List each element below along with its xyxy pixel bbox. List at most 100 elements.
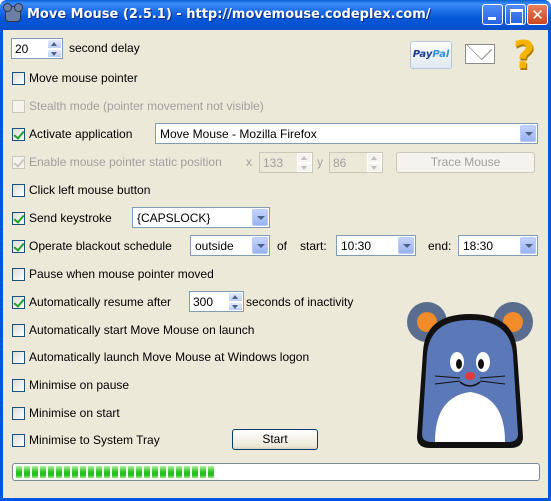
progress-segment bbox=[104, 466, 110, 478]
minimise-start-checkbox[interactable] bbox=[12, 407, 25, 420]
progress-segment bbox=[192, 466, 198, 478]
auto-launch-label: Automatically launch Move Mouse at Windo… bbox=[29, 350, 310, 364]
stealth-mode-checkbox[interactable] bbox=[12, 100, 25, 113]
x-label: x bbox=[246, 155, 252, 169]
x-position-value: 133 bbox=[263, 156, 284, 170]
y-position-spinner[interactable]: 86 bbox=[329, 152, 383, 173]
blackout-mode-select[interactable]: outside bbox=[190, 235, 270, 256]
auto-start-checkbox[interactable] bbox=[12, 324, 25, 337]
paypal-icon[interactable]: PayPal bbox=[410, 41, 452, 69]
x-position-spinner[interactable]: 133 bbox=[259, 152, 313, 173]
progress-segment bbox=[184, 466, 190, 478]
spin-down-icon[interactable] bbox=[47, 48, 62, 58]
progress-segment bbox=[136, 466, 142, 478]
move-mouse-pointer-label: Move mouse pointer bbox=[29, 71, 138, 85]
click-left-label: Click left mouse button bbox=[29, 183, 151, 197]
progress-segment bbox=[152, 466, 158, 478]
static-position-checkbox[interactable] bbox=[12, 156, 25, 169]
progress-segment bbox=[160, 466, 166, 478]
progress-segment bbox=[24, 466, 30, 478]
blackout-checkbox[interactable] bbox=[12, 240, 25, 253]
start-button[interactable]: Start bbox=[232, 429, 318, 450]
progress-segment bbox=[48, 466, 54, 478]
close-icon: ✕ bbox=[531, 6, 544, 24]
chevron-down-icon[interactable] bbox=[252, 209, 268, 226]
chevron-down-icon[interactable] bbox=[520, 237, 536, 254]
email-icon[interactable] bbox=[465, 44, 495, 64]
chevron-down-icon[interactable] bbox=[398, 237, 414, 254]
application-select-value: Move Mouse - Mozilla Firefox bbox=[160, 127, 317, 141]
progress-segment bbox=[32, 466, 38, 478]
progress-segment bbox=[200, 466, 206, 478]
auto-start-label: Automatically start Move Mouse on launch bbox=[29, 323, 255, 337]
spin-up-icon[interactable] bbox=[228, 292, 243, 302]
progress-segment bbox=[88, 466, 94, 478]
progress-segment bbox=[64, 466, 70, 478]
minimise-pause-label: Minimise on pause bbox=[29, 378, 130, 392]
auto-launch-checkbox[interactable] bbox=[12, 351, 25, 364]
pause-on-move-checkbox[interactable] bbox=[12, 268, 25, 281]
progress-bar bbox=[12, 463, 540, 481]
help-icon[interactable]: ? bbox=[508, 35, 540, 75]
mouse-mascot-icon bbox=[407, 302, 533, 448]
minimize-button[interactable] bbox=[482, 4, 503, 25]
y-position-value: 86 bbox=[333, 156, 347, 170]
mouse-app-icon bbox=[3, 3, 23, 22]
click-left-checkbox[interactable] bbox=[12, 184, 25, 197]
auto-resume-checkbox[interactable] bbox=[12, 296, 25, 309]
progress-segment bbox=[40, 466, 46, 478]
window-title: Move Mouse (2.5.1) - http://movemouse.co… bbox=[27, 7, 431, 22]
chevron-down-icon[interactable] bbox=[252, 237, 268, 254]
trace-mouse-button[interactable]: Trace Mouse bbox=[396, 152, 535, 173]
spin-down-icon[interactable] bbox=[228, 301, 243, 311]
end-time-value: 18:30 bbox=[463, 239, 494, 253]
activate-application-label: Activate application bbox=[29, 127, 133, 141]
keystroke-select[interactable]: {CAPSLOCK} bbox=[132, 207, 270, 228]
end-label: end: bbox=[428, 239, 452, 253]
activate-application-checkbox[interactable] bbox=[12, 128, 25, 141]
spin-down-icon bbox=[297, 162, 312, 172]
end-time-select[interactable]: 18:30 bbox=[458, 235, 538, 256]
progress-segment bbox=[144, 466, 150, 478]
delay-value[interactable]: 20 bbox=[15, 42, 28, 56]
minimise-tray-checkbox[interactable] bbox=[12, 434, 25, 447]
y-label: y bbox=[317, 155, 323, 169]
app-window: Move Mouse (2.5.1) - http://movemouse.co… bbox=[0, 0, 551, 501]
auto-resume-suffix: seconds of inactivity bbox=[246, 295, 354, 309]
static-position-label: Enable mouse pointer static position bbox=[29, 155, 222, 169]
move-mouse-pointer-checkbox[interactable] bbox=[12, 72, 25, 85]
delay-spinner[interactable]: 20 bbox=[11, 38, 63, 59]
resume-seconds-spinner[interactable]: 300 bbox=[189, 291, 244, 312]
spin-up-icon[interactable] bbox=[47, 39, 62, 49]
start-time-value: 10:30 bbox=[341, 239, 372, 253]
start-time-select[interactable]: 10:30 bbox=[336, 235, 416, 256]
spin-up-icon bbox=[367, 153, 382, 163]
progress-segment bbox=[128, 466, 134, 478]
send-keystroke-checkbox[interactable] bbox=[12, 212, 25, 225]
keystroke-select-value: {CAPSLOCK} bbox=[137, 211, 211, 225]
stealth-mode-label: Stealth mode (pointer movement not visib… bbox=[29, 99, 264, 113]
spin-up-icon bbox=[297, 153, 312, 163]
resume-seconds-value[interactable]: 300 bbox=[193, 295, 213, 309]
progress-segment bbox=[176, 466, 182, 478]
application-select[interactable]: Move Mouse - Mozilla Firefox bbox=[155, 123, 538, 144]
progress-fill bbox=[16, 466, 536, 478]
progress-segment bbox=[16, 466, 22, 478]
title-bar[interactable]: Move Mouse (2.5.1) - http://movemouse.co… bbox=[0, 0, 551, 30]
blackout-mode-value: outside bbox=[195, 239, 234, 253]
of-label: of bbox=[277, 239, 288, 253]
close-button[interactable]: ✕ bbox=[527, 4, 548, 25]
auto-resume-label: Automatically resume after bbox=[29, 295, 172, 309]
minimise-start-label: Minimise on start bbox=[29, 406, 120, 420]
send-keystroke-label: Send keystroke bbox=[29, 211, 112, 225]
blackout-label: Operate blackout schedule bbox=[29, 239, 172, 253]
progress-segment bbox=[72, 466, 78, 478]
start-label: start: bbox=[300, 239, 327, 253]
minimise-pause-checkbox[interactable] bbox=[12, 379, 25, 392]
chevron-down-icon[interactable] bbox=[520, 125, 536, 142]
main-panel: 20 second delay PayPal ? Move mouse poin… bbox=[3, 30, 548, 498]
progress-segment bbox=[96, 466, 102, 478]
progress-segment bbox=[80, 466, 86, 478]
delay-label: second delay bbox=[69, 41, 140, 55]
maximize-button[interactable] bbox=[505, 4, 526, 25]
